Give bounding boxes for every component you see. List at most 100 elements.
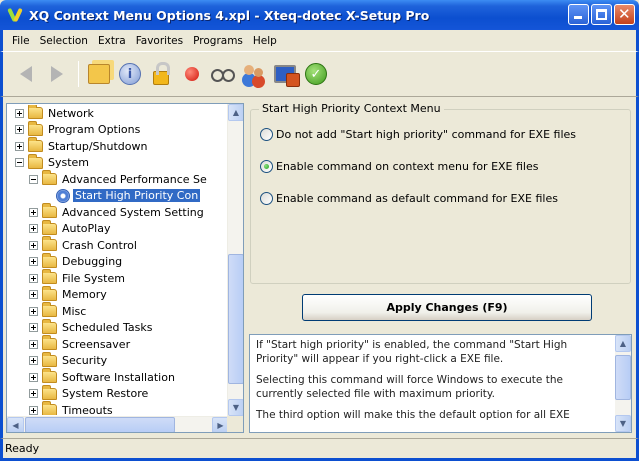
chevron-down-icon: ▼	[232, 403, 240, 412]
back-button[interactable]	[11, 59, 41, 89]
folder-icon	[42, 368, 57, 384]
desc-scroll-thumb[interactable]	[615, 355, 631, 400]
maximize-button[interactable]	[591, 4, 612, 25]
tree-item[interactable]: Misc	[7, 302, 229, 320]
settings-tree[interactable]: Network Program Options Startup/Shutdown Sy…	[6, 103, 244, 433]
scroll-left-button[interactable]: ◀	[7, 417, 24, 432]
tree-item-label: Misc	[62, 304, 87, 318]
tree-item[interactable]: Security	[7, 351, 229, 370]
expand-icon[interactable]	[15, 108, 24, 118]
expand-icon[interactable]	[29, 356, 38, 366]
collapse-icon[interactable]	[15, 158, 24, 168]
folder-icon	[42, 269, 57, 285]
desc-scroll-up-button[interactable]: ▲	[615, 335, 631, 352]
tree-item[interactable]: AutoPlay	[7, 219, 229, 238]
scroll-up-button[interactable]: ▲	[228, 104, 243, 121]
tree-item[interactable]: Crash Control	[7, 236, 229, 254]
tree-item[interactable]: Network	[7, 105, 229, 122]
menu-help[interactable]: Help	[248, 35, 282, 47]
forward-arrow-icon	[51, 66, 63, 82]
menu-extra[interactable]: Extra	[93, 35, 131, 47]
help-button[interactable]: i	[115, 59, 145, 89]
chevron-right-icon: ▶	[217, 420, 224, 430]
radio-button[interactable]	[260, 192, 273, 205]
tree-item-label: System	[48, 156, 90, 170]
collapse-icon[interactable]	[29, 174, 38, 184]
tree-item[interactable]: Memory	[7, 285, 229, 304]
record-button[interactable]	[177, 59, 207, 89]
tree-hscroll-thumb[interactable]	[25, 417, 175, 432]
expand-icon[interactable]	[29, 207, 38, 217]
desc-scroll-down-button[interactable]: ▼	[615, 415, 631, 432]
monitor-icon	[274, 65, 300, 87]
tree-item[interactable]: Startup/Shutdown	[7, 137, 229, 155]
folder-icon	[42, 384, 57, 400]
expand-icon[interactable]	[29, 224, 38, 234]
expand-icon[interactable]	[15, 141, 24, 151]
check-button[interactable]: ✓	[301, 59, 331, 89]
folder-icon	[42, 302, 57, 318]
expand-icon[interactable]	[29, 257, 38, 267]
expand-icon[interactable]	[29, 323, 38, 333]
tree-item[interactable]: Advanced Performance Se	[7, 170, 229, 188]
forward-button[interactable]	[42, 59, 72, 89]
tree-item-label: Crash Control	[62, 238, 137, 252]
monitor-button[interactable]	[270, 59, 300, 89]
option-do-not-add[interactable]: Do not add "Start high priority" command…	[260, 128, 576, 141]
tree-item[interactable]: Scheduled Tasks	[7, 318, 229, 337]
expand-icon[interactable]	[29, 306, 38, 316]
tree-item[interactable]: System	[7, 153, 229, 172]
tree-item-label: Screensaver	[62, 337, 131, 351]
expand-icon[interactable]	[29, 339, 38, 349]
tree-item[interactable]: Software Installation	[7, 368, 229, 386]
radio-button[interactable]	[260, 128, 273, 141]
folder-icon	[42, 203, 57, 219]
tree-item[interactable]: Program Options	[7, 120, 229, 139]
apply-changes-button[interactable]: Apply Changes (F9)	[302, 294, 592, 321]
expand-icon[interactable]	[29, 389, 38, 399]
tree-item[interactable]: Advanced System Setting	[7, 203, 229, 221]
users-button[interactable]	[239, 59, 269, 89]
tree-item-label: AutoPlay	[62, 222, 111, 236]
title-bar[interactable]: XQ Context Menu Options 4.xpl - Xteq-dot…	[0, 0, 639, 30]
expand-icon[interactable]	[29, 240, 38, 250]
folder-icon	[42, 285, 57, 301]
expand-icon[interactable]	[29, 290, 38, 300]
tree-vertical-scrollbar[interactable]: ▲ ▼	[227, 104, 243, 416]
radio-button[interactable]	[260, 160, 273, 173]
option-enable-context-menu[interactable]: Enable command on context menu for EXE f…	[260, 160, 538, 173]
tree-item[interactable]: File System	[7, 269, 229, 287]
expand-icon[interactable]	[29, 372, 38, 382]
menu-selection[interactable]: Selection	[35, 35, 93, 47]
minimize-button[interactable]	[568, 4, 589, 25]
option-enable-default[interactable]: Enable command as default command for EX…	[260, 192, 558, 205]
tree-item[interactable]: Screensaver	[7, 335, 229, 353]
tree-horizontal-scrollbar[interactable]: ◀ ▶	[7, 416, 229, 432]
folder-icon	[42, 236, 57, 252]
glasses-button[interactable]	[208, 59, 238, 89]
description-paragraph: Selecting this command will force Window…	[256, 374, 563, 400]
description-scrollbar[interactable]: ▲ ▼	[615, 335, 631, 432]
tree-item-label: Program Options	[48, 123, 141, 137]
tree-item[interactable]: Debugging	[7, 252, 229, 271]
close-button[interactable]: ✕	[614, 4, 635, 25]
tree-item[interactable]: Start High Priority Con	[7, 188, 229, 205]
tree-scroll-thumb[interactable]	[228, 254, 243, 384]
menu-programs[interactable]: Programs	[188, 35, 248, 47]
glasses-icon	[211, 69, 235, 82]
tree-item-label: System Restore	[62, 387, 149, 401]
folders-button[interactable]	[84, 59, 114, 89]
tree-item[interactable]: Timeouts	[7, 401, 229, 415]
group-title: Start High Priority Context Menu	[259, 102, 444, 115]
menu-file[interactable]: File	[7, 35, 35, 47]
folder-icon	[28, 120, 43, 136]
expand-icon[interactable]	[29, 405, 38, 415]
expand-icon[interactable]	[15, 125, 24, 135]
lock-button[interactable]	[146, 59, 176, 89]
tree-item-label: Memory	[62, 288, 107, 302]
record-icon	[185, 67, 199, 81]
menu-favorites[interactable]: Favorites	[131, 35, 188, 47]
scroll-down-button[interactable]: ▼	[228, 399, 243, 416]
expand-icon[interactable]	[29, 273, 38, 283]
tree-item[interactable]: System Restore	[7, 384, 229, 403]
